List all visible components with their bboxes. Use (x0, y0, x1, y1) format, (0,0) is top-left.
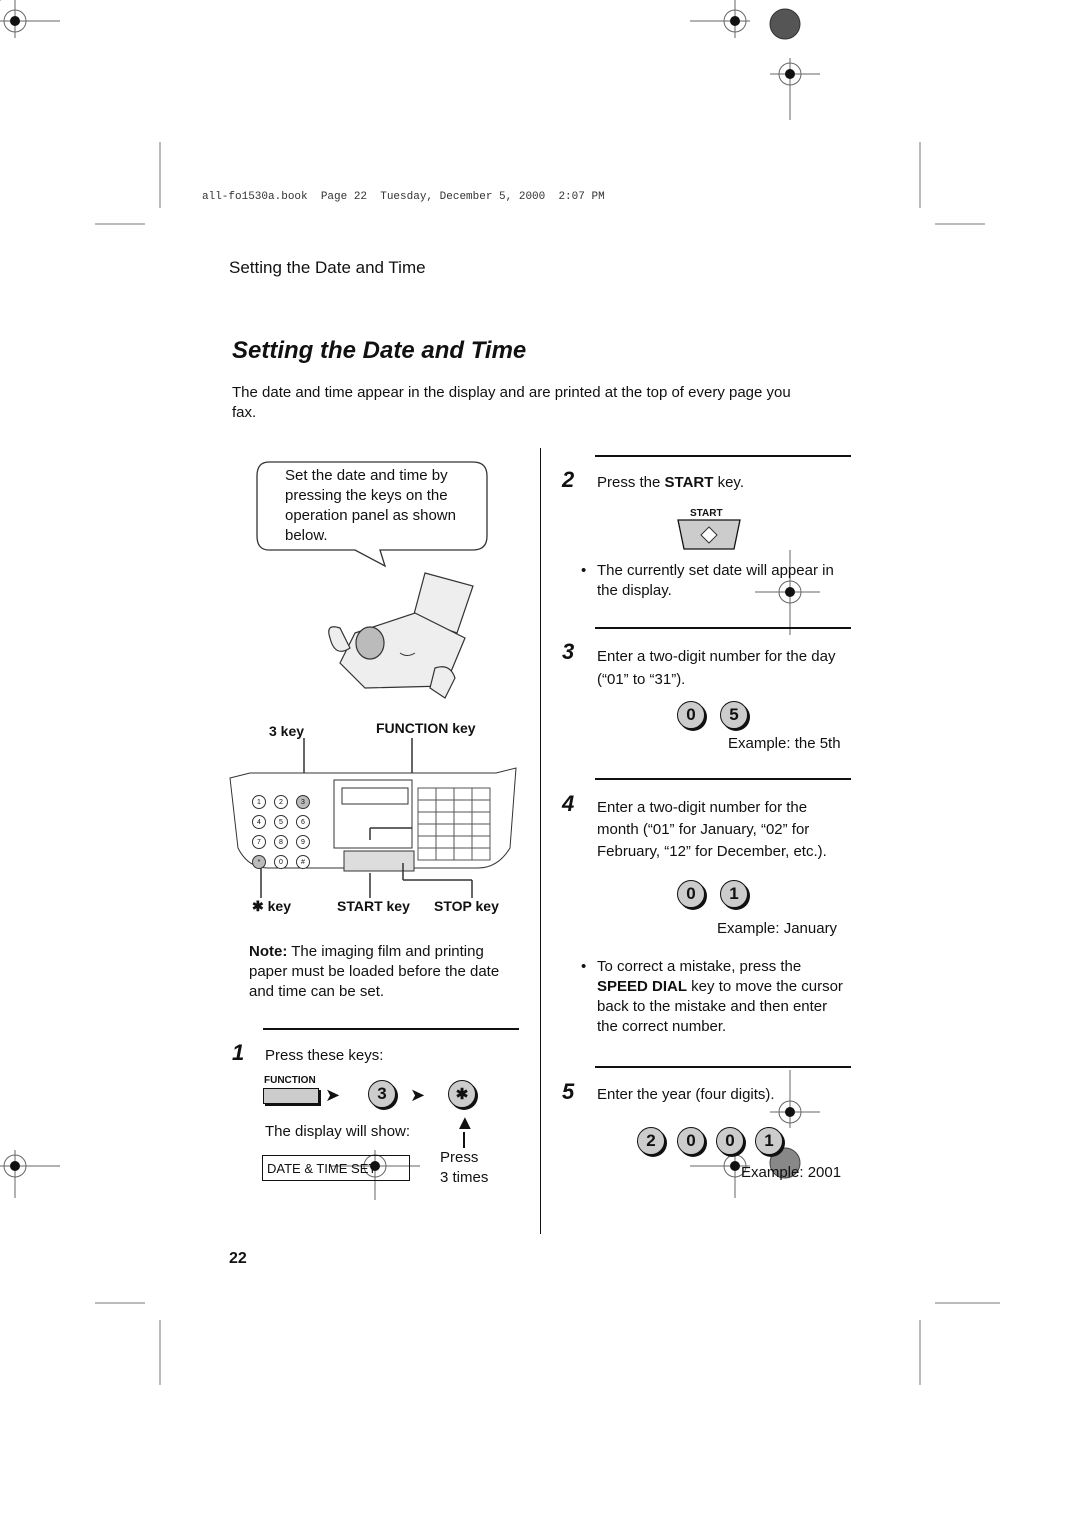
keypad-key[interactable]: # (296, 855, 310, 869)
arrow-right-icon: ➤ (325, 1085, 341, 1105)
step-number: 5 (562, 1079, 575, 1104)
key-0-button[interactable]: 0 (677, 880, 705, 908)
step-number: 1 (232, 1040, 245, 1065)
key-0-button[interactable]: 0 (677, 701, 705, 729)
step-divider (595, 778, 851, 780)
step-text: Press the START key. (597, 474, 744, 491)
keypad-key[interactable]: 1 (252, 795, 266, 809)
column-divider (540, 448, 541, 1234)
display-caption: The display will show: (265, 1123, 411, 1140)
step-text: Press these keys: (265, 1047, 384, 1064)
key-3-button[interactable]: 3 (368, 1080, 396, 1108)
key-1-button[interactable]: 1 (755, 1127, 783, 1155)
start-key-button[interactable] (677, 519, 741, 551)
function-key-label: FUNCTION key (376, 720, 476, 736)
arrow-shaft (463, 1132, 465, 1148)
key-1-button[interactable]: 1 (720, 880, 748, 908)
function-key-caption: FUNCTION (264, 1075, 316, 1086)
key-5-button[interactable]: 5 (720, 701, 748, 729)
start-key-caption: START (690, 508, 723, 519)
keypad-key[interactable]: 4 (252, 815, 266, 829)
print-header: all-fo1530a.book Page 22 Tuesday, Decemb… (202, 191, 605, 203)
lcd-display-readout: DATE & TIME SET (262, 1155, 410, 1181)
stop-key-label: STOP key (434, 898, 499, 914)
step-number: 3 (562, 639, 575, 664)
step-number: 2 (562, 467, 575, 492)
three-key-label: 3 key (269, 723, 305, 739)
star-key-label: ✱ key (252, 898, 291, 914)
callout-text: Set the date and time by pressing the ke… (285, 467, 456, 544)
running-header: Setting the Date and Time (229, 258, 426, 277)
press-note: Press (440, 1149, 479, 1166)
step-divider (595, 1066, 851, 1068)
asterisk-icon: ✱ (252, 898, 268, 914)
step-text: Enter a two-digit number for the day (“0… (597, 648, 836, 688)
example-text: Example: the 5th (728, 735, 841, 752)
keypad-key[interactable]: 2 (274, 795, 288, 809)
function-key-button[interactable] (263, 1088, 319, 1104)
key-0-button[interactable]: 0 (677, 1127, 705, 1155)
start-key-label: START key (337, 898, 410, 914)
arrow-right-icon: ➤ (410, 1085, 426, 1105)
key-0-button[interactable]: 0 (716, 1127, 744, 1155)
page-title: Setting the Date and Time (232, 337, 527, 364)
step-divider (595, 455, 851, 457)
key-2-button[interactable]: 2 (637, 1127, 665, 1155)
bullet-note: The currently set date will appear in th… (581, 561, 847, 601)
page-number: 22 (229, 1250, 247, 1267)
keypad-key[interactable]: 5 (274, 815, 288, 829)
example-text: Example: 2001 (741, 1164, 842, 1181)
star-key-button[interactable]: ✱ (448, 1080, 476, 1108)
step-divider (263, 1028, 519, 1030)
keypad-key[interactable]: * (252, 855, 266, 869)
fax-mascot-illustration (328, 572, 474, 699)
step-text: Enter the year (four digits). (597, 1086, 775, 1103)
note: Note: The imaging film and printing pape… (249, 943, 500, 1000)
bullet-note: To correct a mistake, press the SPEED DI… (581, 957, 847, 1037)
keypad-key[interactable]: 9 (296, 835, 310, 849)
operation-panel-illustration (229, 738, 517, 898)
keypad-key[interactable]: 7 (252, 835, 266, 849)
keypad-key[interactable]: 0 (274, 855, 288, 869)
keypad-key[interactable]: 8 (274, 835, 288, 849)
step-divider (595, 627, 851, 629)
keypad-key[interactable]: 6 (296, 815, 310, 829)
example-text: Example: January (717, 920, 838, 937)
step-text: Enter a two-digit number for the month (… (597, 799, 827, 860)
step-number: 4 (562, 791, 575, 816)
intro-text: The date and time appear in the display … (232, 384, 791, 421)
keypad-key[interactable]: 3 (296, 795, 310, 809)
press-count-note: 3 times (440, 1169, 489, 1186)
